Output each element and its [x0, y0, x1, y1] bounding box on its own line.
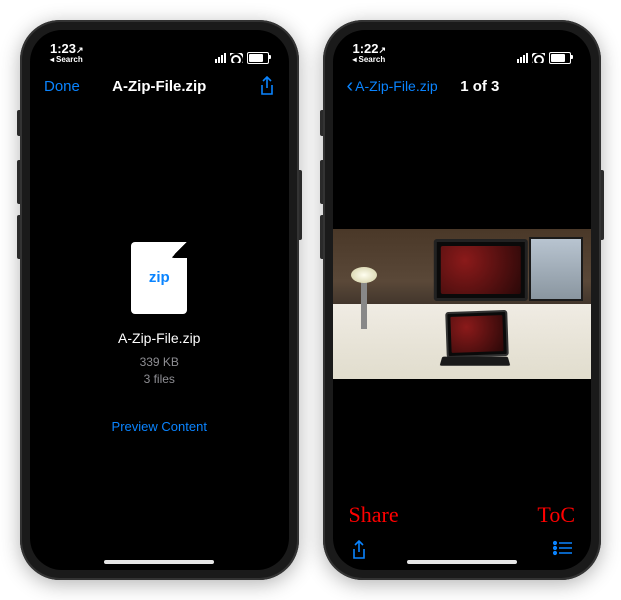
battery-icon: [247, 52, 269, 64]
toc-annotation: ToC: [537, 502, 575, 528]
zip-file-icon: zip: [131, 242, 187, 314]
status-right: [215, 52, 269, 64]
side-button: [299, 170, 302, 240]
status-time: 1:23: [50, 41, 76, 56]
file-name: A-Zip-File.zip: [118, 330, 200, 346]
file-count: 3 files: [140, 371, 179, 388]
photo-area[interactable]: [333, 106, 592, 502]
status-right: [517, 52, 571, 64]
volume-down: [320, 215, 323, 259]
back-to-search[interactable]: Search: [353, 56, 387, 64]
mute-switch: [320, 110, 323, 136]
done-button[interactable]: Done: [44, 78, 80, 95]
back-label: A-Zip-File.zip: [355, 78, 437, 94]
home-indicator[interactable]: [104, 560, 214, 564]
share-annotation: Share: [349, 502, 399, 528]
side-button: [601, 170, 604, 240]
iphone-left: 1:23↗ Search Done A-Zip-File.zip zip A-Z…: [20, 20, 299, 580]
file-meta: 339 KB 3 files: [140, 354, 179, 388]
home-indicator[interactable]: [407, 560, 517, 564]
status-time: 1:22: [353, 41, 379, 56]
back-to-search[interactable]: Search: [50, 56, 84, 64]
location-arrow-icon: ↗: [379, 45, 387, 55]
volume-up: [17, 160, 20, 204]
screen: 1:22↗ Search ‹ A-Zip-File.zip 1 of 3: [333, 30, 592, 570]
location-arrow-icon: ↗: [76, 45, 84, 55]
share-icon[interactable]: [351, 540, 367, 560]
battery-icon: [549, 52, 571, 64]
wifi-icon: [230, 53, 243, 63]
preview-image: [333, 229, 592, 379]
chevron-left-icon: ‹: [347, 76, 354, 96]
nav-bar: Done A-Zip-File.zip: [30, 66, 289, 106]
status-bar: 1:23↗ Search: [30, 30, 289, 66]
list-icon[interactable]: [553, 540, 573, 561]
wifi-icon: [532, 53, 545, 63]
cellular-icon: [517, 53, 528, 63]
annotation-labels: Share ToC: [333, 502, 592, 530]
preview-content-button[interactable]: Preview Content: [112, 419, 207, 434]
screen: 1:23↗ Search Done A-Zip-File.zip zip A-Z…: [30, 30, 289, 570]
share-icon[interactable]: [259, 76, 275, 96]
file-info-content: zip A-Zip-File.zip 339 KB 3 files Previe…: [30, 106, 289, 570]
volume-up: [320, 160, 323, 204]
preview-viewer: Share ToC: [333, 106, 592, 570]
volume-down: [17, 215, 20, 259]
file-size: 339 KB: [140, 354, 179, 371]
bottom-toolbar: [333, 530, 592, 570]
iphone-right: 1:22↗ Search ‹ A-Zip-File.zip 1 of 3: [323, 20, 602, 580]
mute-switch: [17, 110, 20, 136]
nav-title: A-Zip-File.zip: [99, 78, 220, 95]
cellular-icon: [215, 53, 226, 63]
status-bar: 1:22↗ Search: [333, 30, 592, 66]
nav-bar: ‹ A-Zip-File.zip 1 of 3: [333, 66, 592, 106]
page-counter: 1 of 3: [438, 78, 522, 95]
back-button[interactable]: ‹ A-Zip-File.zip: [347, 76, 438, 96]
